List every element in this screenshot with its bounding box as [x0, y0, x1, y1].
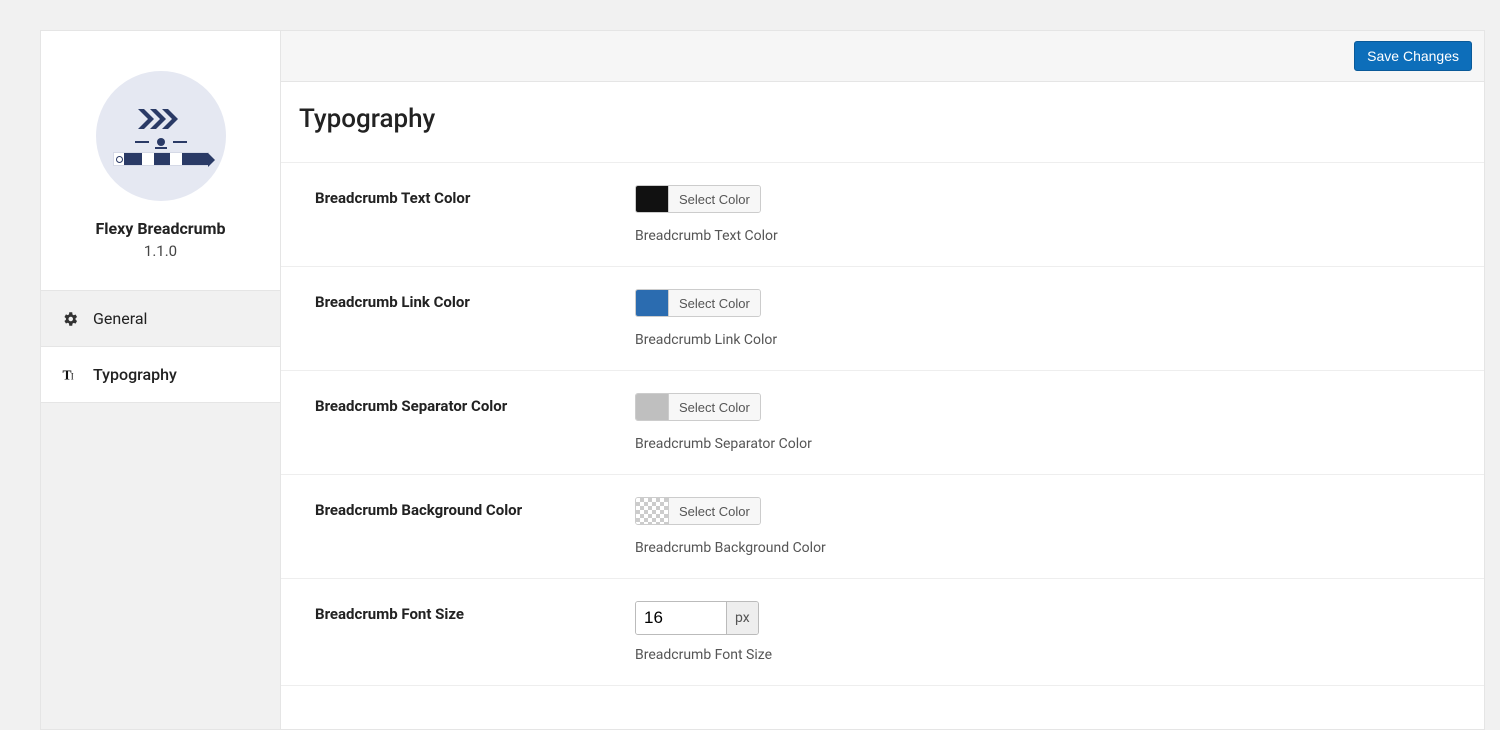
- row-separator-color: Breadcrumb Separator Color Select Color …: [281, 371, 1484, 475]
- nav-item-general[interactable]: General: [41, 291, 280, 347]
- nav-item-typography[interactable]: TI Typography: [41, 347, 280, 403]
- sidebar-header: Flexy Breadcrumb 1.1.0: [41, 31, 280, 291]
- plugin-logo: [96, 71, 226, 201]
- sidebar: Flexy Breadcrumb 1.1.0 General TI Typogr…: [40, 30, 280, 730]
- font-size-field: px: [635, 601, 759, 635]
- main-panel: Save Changes Typography Breadcrumb Text …: [280, 30, 1485, 730]
- label-text-color: Breadcrumb Text Color: [315, 185, 635, 207]
- plugin-name: Flexy Breadcrumb: [51, 219, 270, 238]
- arrows-icon: [138, 106, 184, 132]
- desc-text-color: Breadcrumb Text Color: [635, 228, 1484, 244]
- label-background-color: Breadcrumb Background Color: [315, 497, 635, 519]
- gears-icon: [61, 310, 79, 328]
- desc-link-color: Breadcrumb Link Color: [635, 332, 1484, 348]
- row-font-size: Breadcrumb Font Size px Breadcrumb Font …: [281, 579, 1484, 686]
- sidebar-nav: General TI Typography: [41, 291, 280, 403]
- font-size-unit: px: [726, 602, 758, 634]
- breadcrumb-bar-icon: [113, 152, 209, 166]
- settings-table: Breadcrumb Text Color Select Color Bread…: [281, 162, 1484, 686]
- plugin-version: 1.1.0: [51, 242, 270, 260]
- color-swatch: [636, 394, 668, 420]
- font-size-input[interactable]: [636, 602, 726, 634]
- select-color-button[interactable]: Select Color: [668, 394, 760, 420]
- topbar: Save Changes: [281, 31, 1484, 82]
- color-picker-text-color[interactable]: Select Color: [635, 185, 761, 213]
- desc-background-color: Breadcrumb Background Color: [635, 540, 1484, 556]
- color-picker-separator-color[interactable]: Select Color: [635, 393, 761, 421]
- row-text-color: Breadcrumb Text Color Select Color Bread…: [281, 163, 1484, 267]
- label-separator-color: Breadcrumb Separator Color: [315, 393, 635, 415]
- label-link-color: Breadcrumb Link Color: [315, 289, 635, 311]
- select-color-button[interactable]: Select Color: [668, 290, 760, 316]
- save-button[interactable]: Save Changes: [1354, 41, 1472, 71]
- row-background-color: Breadcrumb Background Color Select Color…: [281, 475, 1484, 579]
- color-swatch: [636, 186, 668, 212]
- svg-text:I: I: [71, 371, 74, 381]
- color-picker-link-color[interactable]: Select Color: [635, 289, 761, 317]
- nav-label-typography: Typography: [93, 365, 177, 384]
- typography-icon: TI: [61, 366, 79, 384]
- color-swatch: [636, 498, 668, 524]
- color-picker-background-color[interactable]: Select Color: [635, 497, 761, 525]
- label-font-size: Breadcrumb Font Size: [315, 601, 635, 623]
- select-color-button[interactable]: Select Color: [668, 186, 760, 212]
- desc-separator-color: Breadcrumb Separator Color: [635, 436, 1484, 452]
- desc-font-size: Breadcrumb Font Size: [635, 647, 1484, 663]
- color-swatch: [636, 290, 668, 316]
- nav-label-general: General: [93, 309, 147, 328]
- row-link-color: Breadcrumb Link Color Select Color Bread…: [281, 267, 1484, 371]
- logo-mid-decoration: [135, 138, 187, 146]
- select-color-button[interactable]: Select Color: [668, 498, 760, 524]
- page-title: Typography: [281, 82, 1484, 162]
